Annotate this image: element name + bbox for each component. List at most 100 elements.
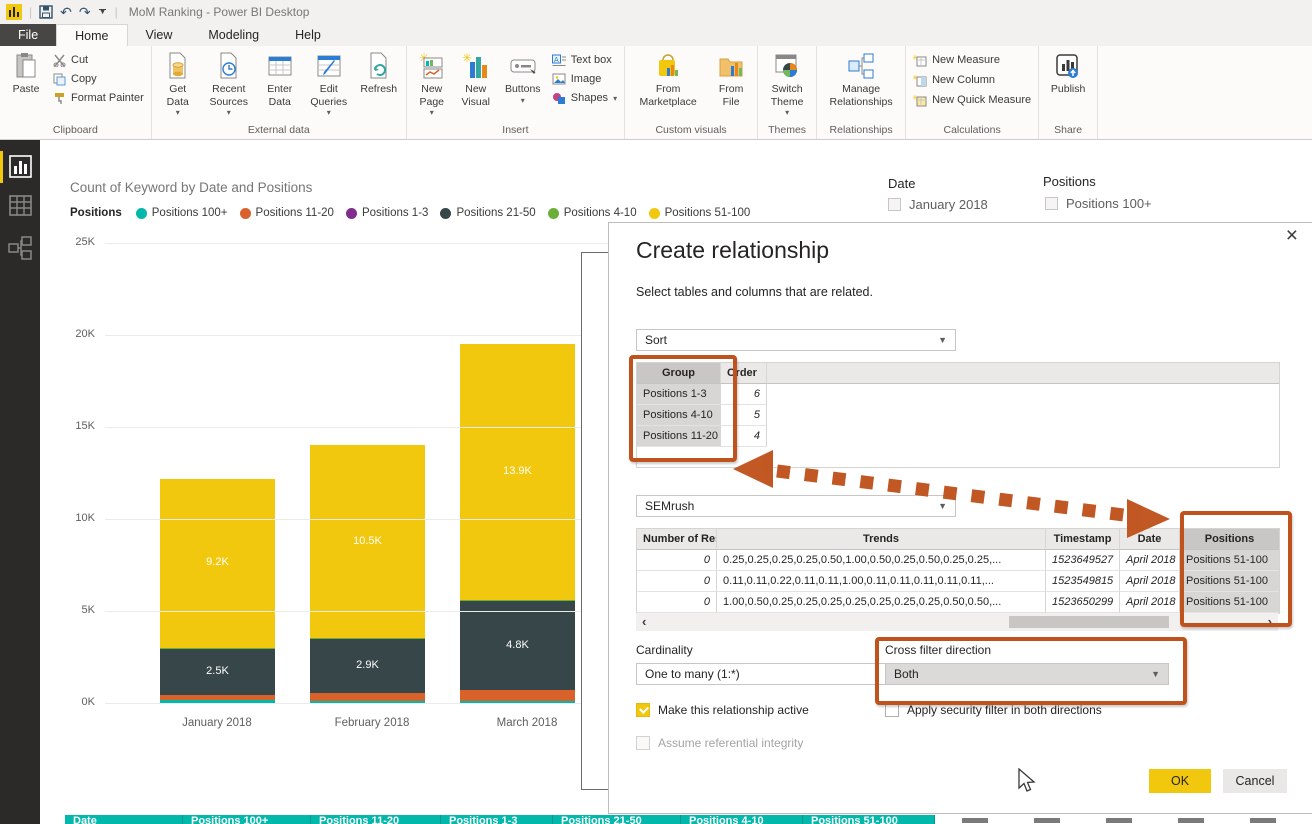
manage-relationships-button[interactable]: Manage Relationships (820, 48, 902, 110)
table-cell[interactable]: Positions 4-10 (637, 405, 721, 426)
scroll-right-icon[interactable]: › (1268, 614, 1272, 629)
bar-segment[interactable]: 10.5K (310, 445, 425, 638)
table2-horizontal-scrollbar[interactable]: ‹ › (636, 613, 1278, 631)
text-box-button[interactable]: A Text box (552, 52, 617, 68)
image-button[interactable]: Image (552, 71, 617, 87)
undo-icon[interactable]: ↶ (60, 5, 72, 19)
switch-theme-button[interactable]: Switch Theme▾ (761, 48, 813, 120)
bar-segment[interactable] (460, 690, 575, 701)
table2-select-dropdown[interactable]: SEMrush▼ (636, 495, 956, 517)
sidebar-report-view[interactable] (0, 148, 40, 186)
bottom-table-column-header[interactable]: Positions 4-10 (681, 815, 803, 824)
table-cell[interactable]: 4 (721, 426, 767, 447)
cross-filter-direction-dropdown[interactable]: Both▼ (885, 663, 1169, 685)
column-header-date[interactable]: Date (1120, 529, 1180, 550)
checkbox-positions-100plus[interactable] (1045, 197, 1058, 210)
recent-sources-button[interactable]: Recent Sources▾ (201, 48, 257, 120)
bar-segment[interactable] (160, 648, 275, 649)
sidebar-data-view[interactable] (0, 188, 40, 226)
column-header-group[interactable]: Group (637, 363, 721, 384)
table-cell[interactable]: 0.25,0.25,0.25,0.25,0.50,1.00,0.50,0.25,… (717, 550, 1046, 571)
checkbox-january-2018[interactable] (888, 198, 901, 211)
sidebar-relationships-view[interactable] (0, 230, 40, 268)
legend-item[interactable]: Positions 51-100 (649, 207, 751, 219)
tab-help[interactable]: Help (277, 24, 339, 46)
table1-select-dropdown[interactable]: Sort▼ (636, 329, 956, 351)
table-cell[interactable]: 6 (721, 384, 767, 405)
table-cell[interactable]: April 2018 (1120, 550, 1180, 571)
scrollbar-thumb[interactable] (1009, 616, 1169, 628)
from-file-button[interactable]: From File (708, 48, 754, 110)
table-cell[interactable]: 0 (637, 550, 717, 571)
table-cell[interactable]: April 2018 (1120, 592, 1180, 613)
column-header-order[interactable]: Order (721, 363, 767, 384)
bar-segment[interactable] (310, 693, 425, 701)
bottom-table-column-header[interactable]: Positions 100+ (183, 815, 311, 824)
table-cell[interactable]: 1523549815 (1046, 571, 1120, 592)
bottom-table-column-header[interactable]: Positions 51-100 (803, 815, 935, 824)
new-measure-button[interactable]: ✳ New Measure (913, 52, 1031, 68)
close-icon[interactable]: × (1286, 225, 1298, 246)
bottom-table-column-header[interactable]: Date (65, 815, 183, 824)
filter-positions-option[interactable]: Positions 100+ (1045, 196, 1152, 211)
table-cell[interactable]: Positions 51-100 (1180, 571, 1279, 592)
scroll-left-icon[interactable]: ‹ (642, 614, 646, 629)
redo-icon[interactable]: ↷ (79, 5, 91, 19)
bar-segment[interactable]: 2.9K (310, 639, 425, 692)
new-quick-measure-button[interactable]: ✳ New Quick Measure (913, 92, 1031, 108)
refresh-button[interactable]: Refresh (355, 48, 403, 98)
legend-item[interactable]: Positions 100+ (136, 207, 228, 219)
table-cell[interactable]: Positions 51-100 (1180, 592, 1279, 613)
filter-date-option[interactable]: January 2018 (888, 197, 988, 212)
checkbox-unchecked-icon[interactable] (885, 703, 899, 717)
column-header-number-of-results[interactable]: Number of Results (637, 529, 717, 550)
table-cell[interactable]: Positions 51-100 (1180, 550, 1279, 571)
buttons-button[interactable]: Buttons▾ (498, 48, 548, 107)
new-page-button[interactable]: ✳ New Page▾ (410, 48, 454, 120)
shapes-button[interactable]: Shapes▾ (552, 90, 617, 106)
save-icon[interactable] (39, 5, 53, 19)
format-painter-button[interactable]: Format Painter (53, 90, 144, 106)
table-cell[interactable]: 5 (721, 405, 767, 426)
quick-access-toolbar-dropdown-icon[interactable]: ▼ (98, 9, 108, 15)
bar-segment[interactable]: 9.2K (160, 479, 275, 648)
column-header-timestamp[interactable]: Timestamp (1046, 529, 1120, 550)
table-cell[interactable]: Positions 1-3 (637, 384, 721, 405)
tab-file[interactable]: File (0, 24, 56, 46)
legend-item[interactable]: Positions 21-50 (440, 207, 535, 219)
ok-button[interactable]: OK (1149, 769, 1211, 793)
table-cell[interactable]: 1523649527 (1046, 550, 1120, 571)
table-cell[interactable]: Positions 11-20 (637, 426, 721, 447)
from-marketplace-button[interactable]: From Marketplace (628, 48, 708, 110)
new-column-button[interactable]: ✳ New Column (913, 72, 1031, 88)
table-cell[interactable]: 1523650299 (1046, 592, 1120, 613)
table-cell[interactable]: 0 (637, 592, 717, 613)
bar-segment[interactable]: 2.5K (160, 649, 275, 695)
legend-item[interactable]: Positions 11-20 (240, 207, 334, 219)
enter-data-button[interactable]: Enter Data (257, 48, 303, 110)
paste-button[interactable]: Paste (3, 48, 49, 98)
bar-segment[interactable] (310, 638, 425, 639)
table-cell[interactable]: 0.11,0.11,0.22,0.11,0.11,1.00,0.11,0.11,… (717, 571, 1046, 592)
bottom-table-column-header[interactable]: Positions 11-20 (311, 815, 441, 824)
bottom-table-column-header[interactable]: Positions 21-50 (553, 815, 681, 824)
table-cell[interactable]: 1.00,0.50,0.25,0.25,0.25,0.25,0.25,0.25,… (717, 592, 1046, 613)
table-cell[interactable]: April 2018 (1120, 571, 1180, 592)
column-header-positions[interactable]: Positions (1180, 529, 1279, 550)
column-header-trends[interactable]: Trends (717, 529, 1046, 550)
copy-button[interactable]: Copy (53, 71, 144, 87)
bar-segment[interactable]: 4.8K (460, 601, 575, 689)
bottom-table-column-header[interactable]: Positions 1-3 (441, 815, 553, 824)
get-data-button[interactable]: Get Data▾ (155, 48, 201, 120)
publish-button[interactable]: Publish (1042, 48, 1094, 98)
bar-segment[interactable] (460, 600, 575, 602)
tab-view[interactable]: View (128, 24, 191, 46)
tab-home[interactable]: Home (56, 24, 127, 46)
legend-item[interactable]: Positions 4-10 (548, 207, 637, 219)
checkbox-checked-icon[interactable] (636, 703, 650, 717)
table-cell[interactable]: 0 (637, 571, 717, 592)
make-relationship-active-checkbox[interactable]: Make this relationship active (636, 703, 809, 717)
tab-modeling[interactable]: Modeling (190, 24, 277, 46)
legend-item[interactable]: Positions 1-3 (346, 207, 428, 219)
apply-security-filter-checkbox[interactable]: Apply security filter in both directions (885, 703, 1102, 717)
